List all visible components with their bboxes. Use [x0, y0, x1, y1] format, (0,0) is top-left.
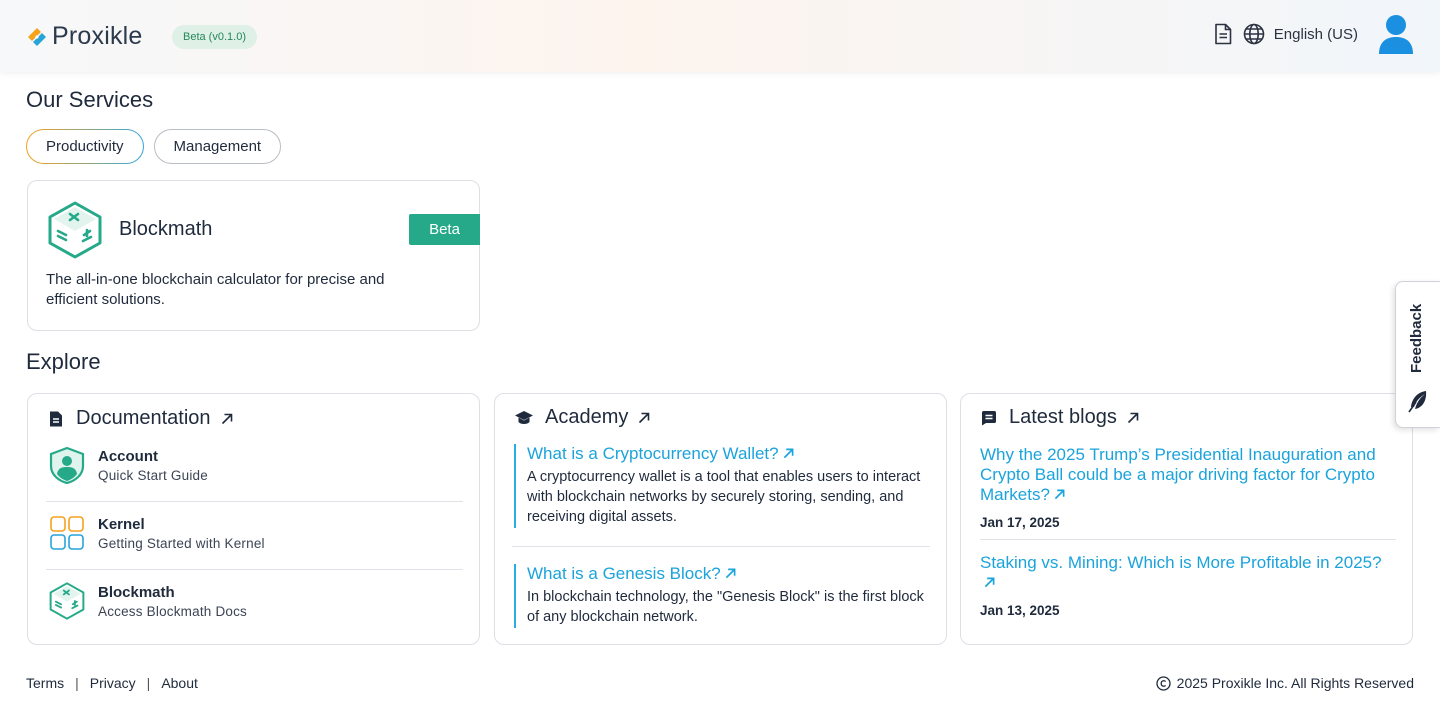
kernel-grid-icon	[50, 516, 84, 550]
blog-link[interactable]: Why the 2025 Trump’s Presidential Inaugu…	[980, 445, 1395, 505]
language-selector[interactable]: English (US)	[1274, 26, 1358, 43]
service-name: Blockmath	[119, 218, 213, 240]
academy-article[interactable]: What is a Cryptocurrency Wallet? A crypt…	[514, 444, 934, 528]
academy-title: Academy	[545, 406, 629, 428]
beta-badge: Beta	[409, 214, 480, 245]
user-avatar-icon[interactable]	[1378, 14, 1414, 54]
footer-link-terms[interactable]: Terms	[26, 675, 64, 691]
academy-article[interactable]: What is a Genesis Block? In blockchain t…	[514, 564, 934, 628]
blog-post[interactable]: Staking vs. Mining: Which is More Profit…	[980, 553, 1395, 618]
feather-icon	[1408, 391, 1427, 413]
doc-item-subtitle: Getting Started with Kernel	[98, 536, 265, 551]
chat-bubble-icon	[982, 410, 996, 425]
article-link[interactable]: What is a Genesis Block?	[527, 564, 934, 584]
copyright: 2025 Proxikle Inc. All Rights Reserved	[1156, 675, 1414, 691]
copyright-text: 2025 Proxikle Inc. All Rights Reserved	[1176, 675, 1414, 691]
external-link-arrow-icon	[1054, 489, 1065, 500]
blockmath-icon	[49, 582, 85, 620]
version-badge: Beta (v0.1.0)	[172, 25, 257, 49]
blog-title: Why the 2025 Trump’s Presidential Inaugu…	[980, 445, 1376, 504]
proxikle-logo-icon	[28, 27, 46, 46]
doc-item-subtitle: Access Blockmath Docs	[98, 604, 247, 619]
article-description: A cryptocurrency wallet is a tool that e…	[527, 469, 921, 525]
documentation-title: Documentation	[76, 407, 211, 429]
feedback-tab[interactable]: Feedback	[1395, 281, 1440, 428]
divider	[980, 539, 1396, 540]
tab-management[interactable]: Management	[153, 129, 282, 164]
documentation-header[interactable]: Documentation	[48, 407, 233, 430]
separator: |	[75, 675, 79, 691]
feedback-label: Feedback	[1408, 303, 1425, 373]
doc-item-blockmath[interactable]: Blockmath Access Blockmath Docs	[46, 570, 463, 636]
blog-date: Jan 17, 2025	[980, 515, 1060, 530]
proxikle-logo[interactable]: Proxikle	[26, 22, 143, 51]
blog-link[interactable]: Staking vs. Mining: Which is More Profit…	[980, 553, 1395, 593]
doc-item-account[interactable]: Account Quick Start Guide	[46, 434, 463, 500]
logo-text: Proxikle	[52, 22, 143, 50]
external-link-arrow-icon	[639, 412, 650, 423]
external-link-arrow-icon	[1127, 412, 1139, 423]
blockmath-icon	[48, 201, 102, 259]
article-title: What is a Cryptocurrency Wallet?	[527, 444, 779, 463]
copyright-icon	[1156, 675, 1171, 691]
graduation-cap-icon	[515, 410, 533, 424]
documentation-card: Documentation Account Quick Start Guide …	[27, 393, 480, 645]
separator: |	[146, 675, 151, 691]
external-link-arrow-icon	[725, 568, 736, 579]
blogs-title: Latest blogs	[1009, 406, 1117, 428]
service-card-blockmath[interactable]: Blockmath Beta The all-in-one blockchain…	[27, 180, 480, 331]
file-icon	[50, 411, 62, 426]
services-title: Our Services	[26, 87, 154, 112]
service-tabs: Productivity Management	[26, 129, 282, 164]
top-header: Proxikle Beta (v0.1.0) English (US)	[0, 0, 1440, 72]
blogs-header[interactable]: Latest blogs	[981, 406, 1139, 429]
external-link-arrow-icon	[221, 413, 232, 424]
blog-title: Staking vs. Mining: Which is More Profit…	[980, 553, 1382, 572]
doc-item-title: Blockmath	[98, 584, 175, 601]
blogs-card: Latest blogs Why the 2025 Trump’s Presid…	[960, 393, 1413, 645]
doc-item-title: Account	[98, 448, 158, 465]
external-link-arrow-icon	[984, 577, 995, 588]
doc-item-title: Kernel	[98, 516, 145, 533]
academy-header[interactable]: Academy	[515, 406, 650, 429]
doc-item-subtitle: Quick Start Guide	[98, 468, 208, 483]
footer-link-privacy[interactable]: Privacy	[90, 675, 136, 691]
doc-item-kernel[interactable]: Kernel Getting Started with Kernel	[46, 502, 463, 568]
article-title: What is a Genesis Block?	[527, 564, 721, 583]
external-link-arrow-icon	[783, 448, 794, 459]
article-description: In blockchain technology, the "Genesis B…	[527, 589, 924, 625]
article-link[interactable]: What is a Cryptocurrency Wallet?	[527, 444, 934, 464]
service-description: The all-in-one blockchain calculator for…	[46, 271, 385, 308]
footer-link-about[interactable]: About	[161, 675, 198, 691]
tab-productivity[interactable]: Productivity	[26, 129, 144, 164]
shield-user-icon	[49, 446, 85, 484]
document-icon[interactable]	[1213, 23, 1233, 45]
explore-title: Explore	[26, 349, 101, 374]
footer-links: Terms | Privacy | About	[26, 675, 198, 691]
blog-post[interactable]: Why the 2025 Trump’s Presidential Inaugu…	[980, 445, 1395, 530]
globe-icon[interactable]	[1243, 23, 1265, 45]
academy-card: Academy What is a Cryptocurrency Wallet?…	[494, 393, 947, 645]
divider	[512, 546, 930, 547]
blog-date: Jan 13, 2025	[980, 603, 1060, 618]
